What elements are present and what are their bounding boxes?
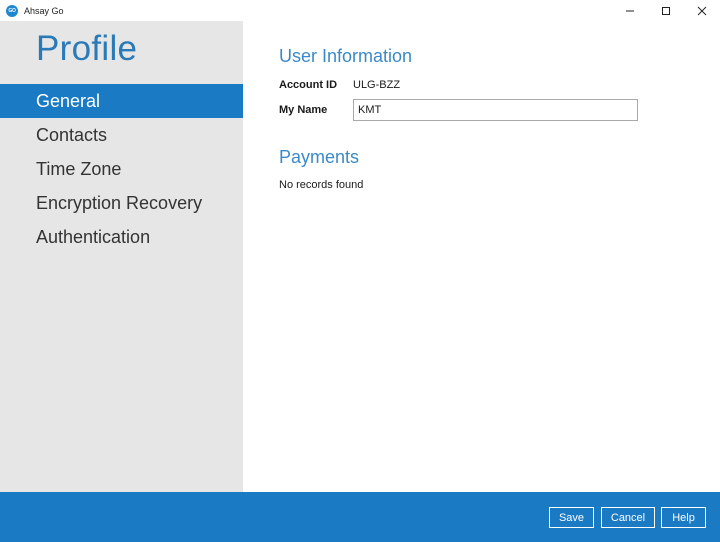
maximize-button[interactable] <box>648 0 684 21</box>
my-name-label: My Name <box>279 104 328 116</box>
main-content: User Information Account ID ULG-BZZ My N… <box>243 21 720 492</box>
my-name-input[interactable] <box>353 99 638 121</box>
help-button[interactable]: Help <box>661 507 706 528</box>
account-id-value: ULG-BZZ <box>353 79 401 91</box>
sidebar-nav: General Contacts Time Zone Encryption Re… <box>0 84 243 254</box>
minimize-icon <box>626 10 634 11</box>
save-button[interactable]: Save <box>549 507 594 528</box>
sidebar-item-authentication[interactable]: Authentication <box>0 220 243 254</box>
maximize-icon <box>662 6 670 15</box>
footer-bar: Save Cancel Help <box>0 492 720 542</box>
window-controls <box>612 0 720 21</box>
sidebar-item-contacts[interactable]: Contacts <box>0 118 243 152</box>
account-id-label: Account ID <box>279 79 338 91</box>
page-title: Profile <box>36 29 138 68</box>
sidebar-item-time-zone[interactable]: Time Zone <box>0 152 243 186</box>
sidebar-item-general[interactable]: General <box>0 84 243 118</box>
cancel-button[interactable]: Cancel <box>601 507 655 528</box>
user-information-heading: User Information <box>279 46 413 66</box>
window-title: Ahsay Go <box>24 5 64 16</box>
close-button[interactable] <box>684 0 720 21</box>
go-logo-icon: GO <box>6 4 18 17</box>
payments-empty-message: No records found <box>279 179 364 191</box>
sidebar-item-encryption-recovery[interactable]: Encryption Recovery <box>0 186 243 220</box>
sidebar: Profile General Contacts Time Zone Encry… <box>0 21 243 492</box>
minimize-button[interactable] <box>612 0 648 21</box>
close-icon <box>697 6 707 15</box>
payments-heading: Payments <box>279 147 360 167</box>
title-bar: GO Ahsay Go <box>0 0 720 21</box>
